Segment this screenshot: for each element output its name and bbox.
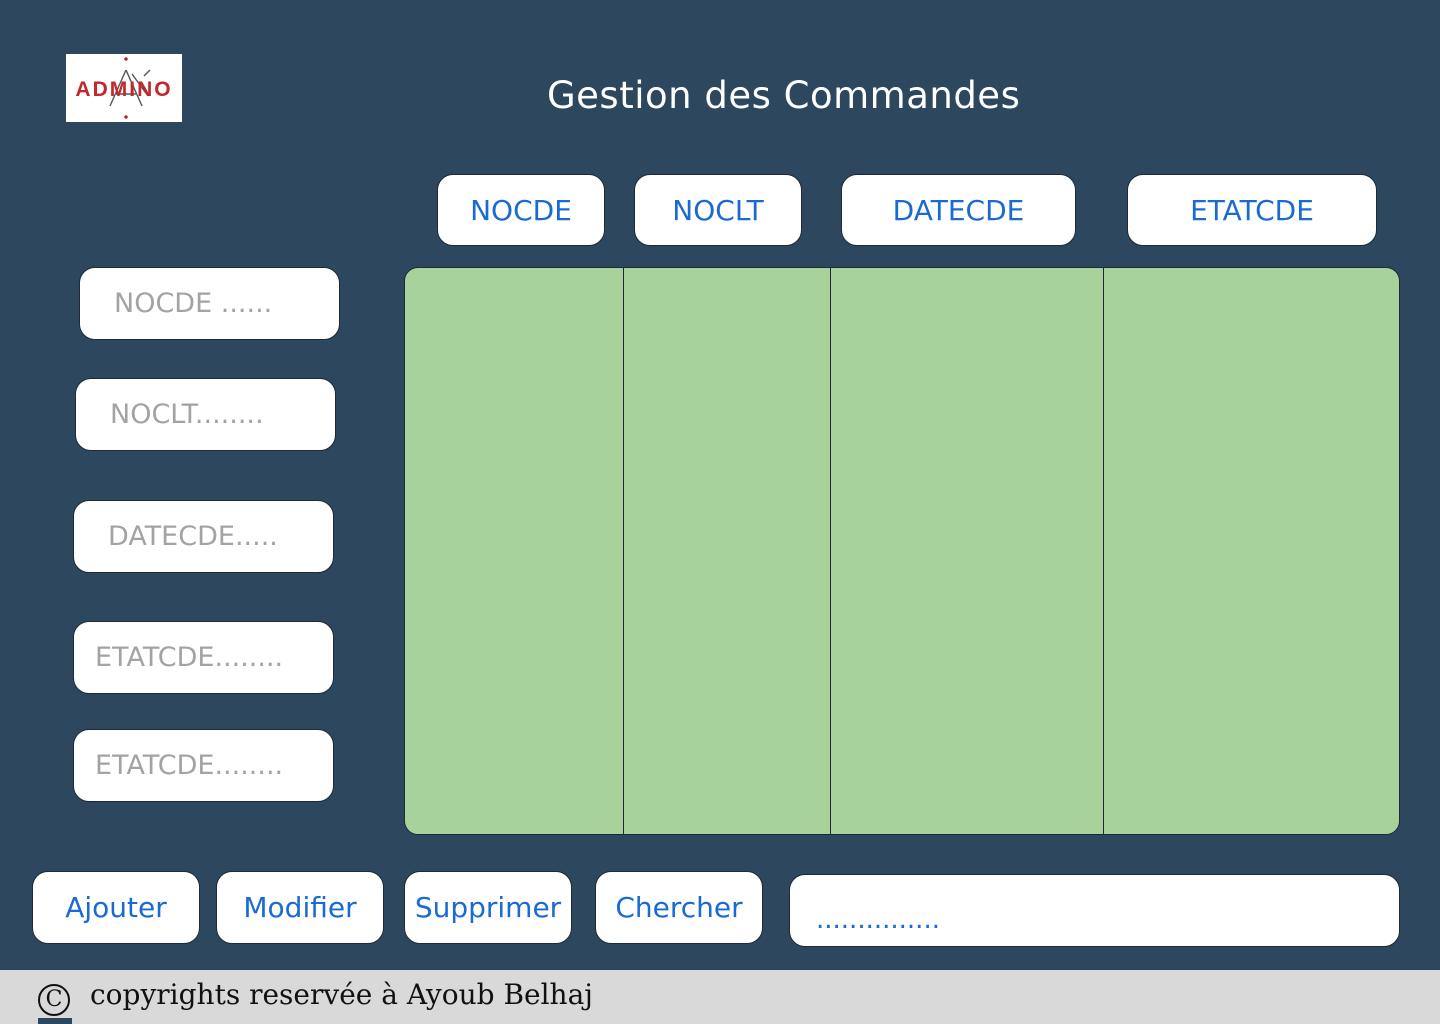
column-divider <box>830 268 831 834</box>
noclt-field[interactable]: NOCLT........ <box>75 378 336 451</box>
search-input[interactable]: ............... <box>789 874 1400 947</box>
column-header-etatcde[interactable]: ETATCDE <box>1127 174 1377 246</box>
copyright-icon: C <box>38 984 70 1016</box>
footer: C copyrights reservée à Ayoub Belhaj <box>0 970 1440 1024</box>
orders-table[interactable] <box>404 267 1400 835</box>
page-title: Gestion des Commandes <box>547 74 1021 117</box>
column-header-datecde[interactable]: DATECDE <box>841 174 1076 246</box>
delete-button[interactable]: Supprimer <box>404 871 572 944</box>
admino-logo: ADMINO <box>66 54 182 122</box>
column-divider <box>623 268 624 834</box>
etatcde-field-2[interactable]: ETATCDE........ <box>73 729 334 802</box>
etatcde-field[interactable]: ETATCDE........ <box>73 621 334 694</box>
logo-text: ADMINO <box>75 78 172 101</box>
column-header-nocde[interactable]: NOCDE <box>437 174 605 246</box>
nocde-field[interactable]: NOCDE ...... <box>79 267 340 340</box>
search-button[interactable]: Chercher <box>595 871 763 944</box>
datecde-field[interactable]: DATECDE..... <box>73 500 334 573</box>
edit-button[interactable]: Modifier <box>216 871 384 944</box>
column-divider <box>1103 268 1104 834</box>
add-button[interactable]: Ajouter <box>32 871 200 944</box>
footer-accent <box>38 1018 72 1024</box>
copyright-text: copyrights reservée à Ayoub Belhaj <box>90 978 593 1011</box>
column-header-noclt[interactable]: NOCLT <box>634 174 802 246</box>
